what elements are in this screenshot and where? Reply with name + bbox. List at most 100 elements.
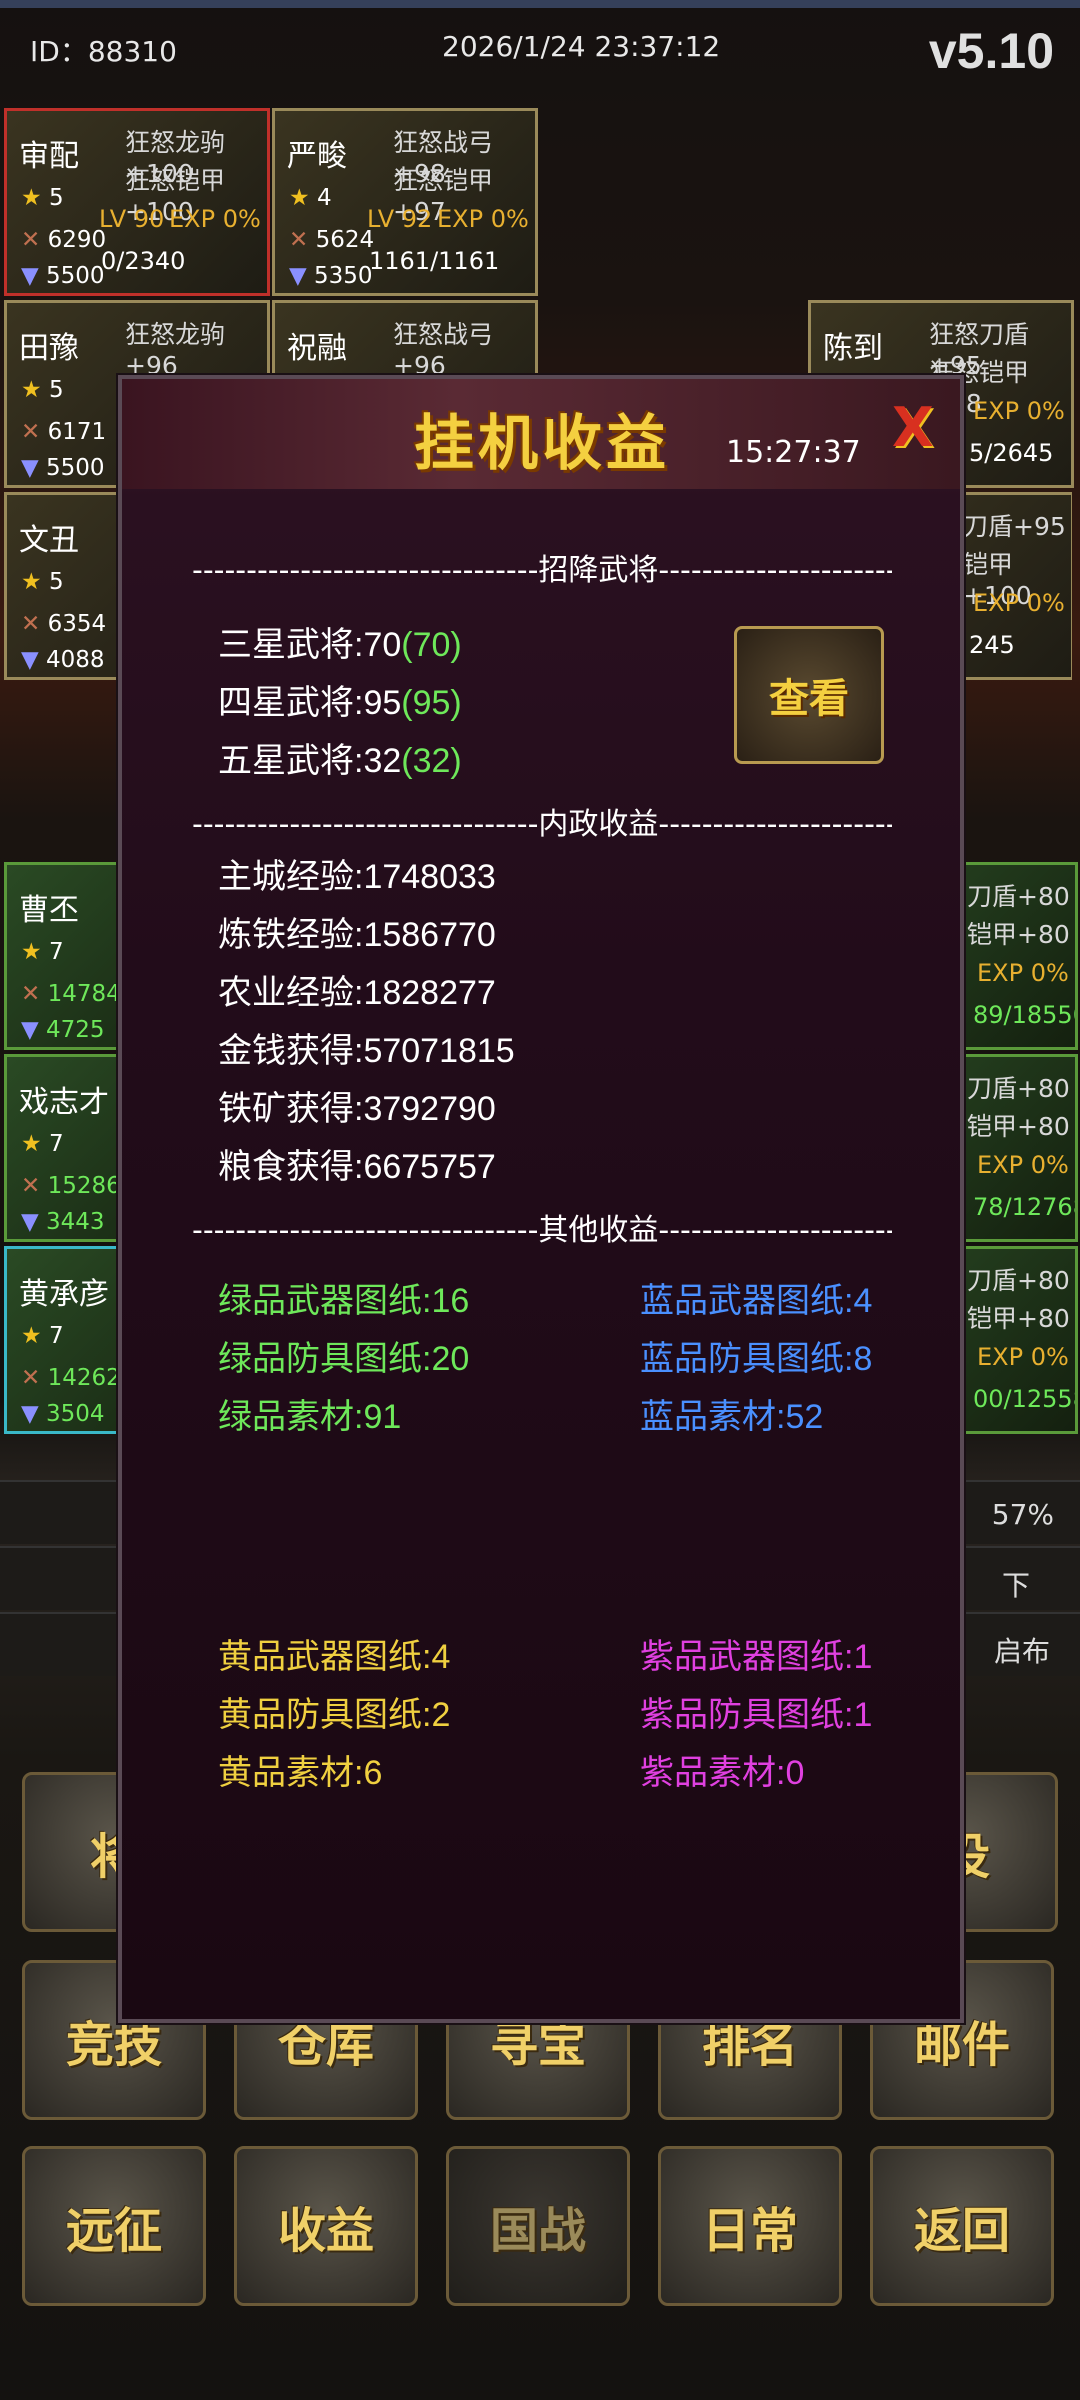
star-icon: ★	[21, 569, 42, 595]
domestic-item: 铁矿获得:3792790	[218, 1090, 496, 1128]
star-icon: ★	[289, 185, 310, 211]
income-button[interactable]: 收益	[234, 2146, 418, 2306]
exp: EXP 0%	[973, 589, 1065, 617]
close-icon[interactable]: X	[892, 401, 940, 455]
equip-2: 铠甲+80	[967, 1112, 1070, 1141]
daily-button[interactable]: 日常	[658, 2146, 842, 2306]
hp: 5/2645	[969, 439, 1054, 467]
general-name: 严畯	[287, 139, 347, 174]
general-card[interactable]: 严畯 狂怒战弓+98 狂怒铠甲+97 ★ 4 LV 92 EXP 0% ✕ 56…	[272, 108, 538, 296]
equip-1: 狂怒龙驹+96	[125, 320, 226, 380]
star-icon: ★	[21, 939, 42, 965]
armor-icon: ▼	[21, 455, 39, 481]
row-text: 下	[1001, 1569, 1030, 1602]
purple-item: 紫品武器图纸:1	[640, 1638, 873, 1676]
equip-1: 狂怒战弓+96	[393, 320, 494, 380]
domestic-item: 主城经验:1748033	[218, 858, 496, 896]
sword-icon: ✕	[21, 1173, 41, 1199]
equip-2: 铠甲+80	[967, 920, 1070, 949]
dialog-title: 挂机收益	[414, 409, 670, 479]
armor-icon: ▼	[21, 647, 39, 673]
sword-icon: ✕	[21, 227, 41, 253]
exp: EXP 0%	[973, 397, 1065, 425]
exp: EXP 0%	[977, 1151, 1069, 1179]
sword-icon: ✕	[21, 611, 41, 637]
hp: 1161/1161	[369, 247, 500, 275]
general-name: 文丑	[19, 523, 79, 558]
star-count: 7	[48, 939, 64, 965]
general-name: 审配	[19, 139, 79, 174]
sword-icon: ✕	[21, 981, 41, 1007]
star-count: 5	[48, 185, 64, 211]
exp: EXP 0%	[437, 205, 529, 233]
section-header-other: --------------------------------其他收益----…	[192, 1213, 892, 1248]
general-name: 陈到	[823, 331, 883, 366]
exp: EXP 0%	[169, 205, 261, 233]
level: LV 90	[99, 205, 165, 233]
blue-item: 蓝品防具图纸:8	[640, 1340, 873, 1378]
star-count: 7	[48, 1131, 64, 1157]
expedition-button[interactable]: 远征	[22, 2146, 206, 2306]
attack: 6290	[47, 227, 107, 253]
general-name: 黄承彦	[19, 1277, 109, 1312]
purple-item: 紫品素材:0	[640, 1754, 805, 1792]
recruit-5star: 五星武将:32(32)	[218, 742, 462, 780]
domestic-item: 金钱获得:57071815	[218, 1032, 515, 1070]
domestic-item: 粮食获得:6675757	[218, 1148, 496, 1186]
top-strip	[0, 0, 1080, 8]
star-count: 5	[48, 377, 64, 403]
defense: 5350	[314, 263, 373, 289]
star-icon: ★	[21, 1131, 42, 1157]
defense: 4088	[46, 647, 105, 673]
row-text: 启布	[993, 1635, 1050, 1668]
star-count: 4	[316, 185, 332, 211]
equip-1: 刀盾+80	[967, 882, 1070, 911]
defense: 5500	[46, 455, 105, 481]
national-war-button[interactable]: 国战	[446, 2146, 630, 2306]
attack: 6171	[47, 419, 107, 445]
attack: 14784	[47, 981, 121, 1007]
exp: EXP 0%	[977, 959, 1069, 987]
sword-icon: ✕	[21, 1365, 41, 1391]
general-card[interactable]: 审配 狂怒龙驹+100 狂怒铠甲+100 ★ 5 LV 90 EXP 0% ✕ …	[4, 108, 270, 296]
attack: 15286	[47, 1173, 121, 1199]
armor-icon: ▼	[289, 263, 307, 289]
sword-icon: ✕	[289, 227, 309, 253]
purple-item: 紫品防具图纸:1	[640, 1696, 873, 1734]
star-icon: ★	[21, 1323, 42, 1349]
attack: 14262	[47, 1365, 121, 1391]
domestic-item: 炼铁经验:1586770	[218, 916, 496, 954]
defense: 5500	[46, 263, 105, 289]
armor-icon: ▼	[21, 1401, 39, 1427]
star-icon: ★	[21, 377, 42, 403]
green-item: 绿品素材:91	[218, 1398, 402, 1436]
armor-icon: ▼	[21, 263, 39, 289]
defense: 3504	[46, 1401, 105, 1427]
attack: 6354	[47, 611, 107, 637]
exp: EXP 0%	[977, 1343, 1069, 1371]
view-button[interactable]: 查看	[734, 626, 884, 764]
blue-item: 蓝品素材:52	[640, 1398, 824, 1436]
domestic-item: 农业经验:1828277	[218, 974, 496, 1012]
return-button[interactable]: 返回	[870, 2146, 1054, 2306]
version-label: v5.10	[928, 23, 1054, 79]
green-item: 绿品武器图纸:16	[218, 1282, 470, 1320]
yellow-item: 黄品素材:6	[218, 1754, 383, 1792]
hp: 00/12558	[973, 1385, 1078, 1413]
yellow-item: 黄品武器图纸:4	[218, 1638, 451, 1676]
idle-income-dialog: 挂机收益 15:27:37 X ------------------------…	[118, 375, 964, 2023]
star-count: 7	[48, 1323, 64, 1349]
equip-2: 铠甲+80	[967, 1304, 1070, 1333]
yellow-item: 黄品防具图纸:2	[218, 1696, 451, 1734]
dialog-timer: 15:27:37	[726, 435, 861, 470]
blue-item: 蓝品武器图纸:4	[640, 1282, 873, 1320]
datetime: 2026/1/24 23:37:12	[442, 30, 721, 63]
sword-icon: ✕	[21, 419, 41, 445]
equip-1: 刀盾+95	[963, 512, 1066, 541]
game-screen: ID：88310 2026/1/24 23:37:12 v5.10 审配 狂怒龙…	[0, 0, 1080, 2400]
general-name: 戏志才	[19, 1085, 109, 1120]
attack: 5624	[315, 227, 375, 253]
hp: 78/12768	[973, 1193, 1078, 1221]
defense: 4725	[46, 1017, 105, 1043]
section-header-recruit: --------------------------------招降武将----…	[192, 553, 892, 588]
